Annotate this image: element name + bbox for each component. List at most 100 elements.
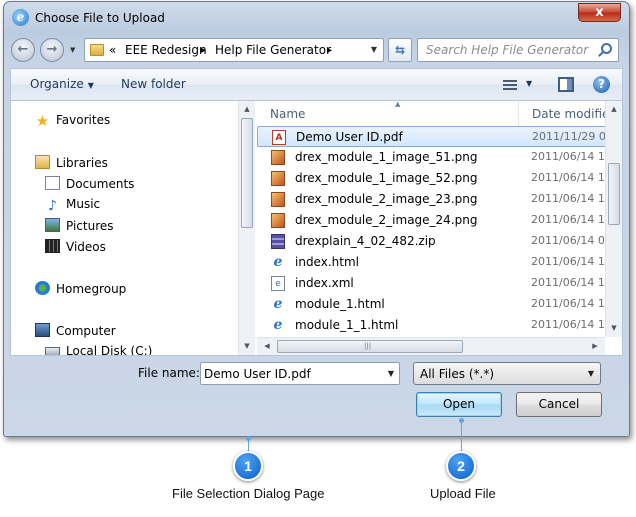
file-row[interactable]: drex_module_1_image_51.png 2011/06/14 10 <box>257 147 605 168</box>
breadcrumb-overflow[interactable]: « <box>109 43 116 57</box>
png-icon <box>271 171 285 186</box>
file-name: drexplain_4_02_482.zip <box>295 234 436 248</box>
file-name: index.html <box>295 255 359 269</box>
scroll-down-icon[interactable]: ▼ <box>239 338 255 354</box>
file-list-scrollbar[interactable]: ▲ ▼ <box>605 101 622 337</box>
callout-label-2: Upload File <box>430 486 496 501</box>
sidebar-item-favorites[interactable]: ★ Favorites <box>35 113 110 133</box>
file-row[interactable]: e index.xml 2011/06/14 10 <box>257 273 605 294</box>
navigation-bar: ← → ▼ « EEE Redesign ▸ Help File Generat… <box>4 34 629 64</box>
chevron-down-icon: ▼ <box>87 81 94 90</box>
search-icon[interactable] <box>601 43 612 54</box>
navigation-pane-scrollbar[interactable]: ▲ ▼ <box>238 101 255 355</box>
scrollbar-thumb[interactable] <box>608 163 620 225</box>
sidebar-item-libraries[interactable]: Libraries <box>35 155 108 175</box>
file-date: 2011/06/14 10 <box>531 150 605 163</box>
file-date: 2011/06/14 10 <box>531 318 605 331</box>
cancel-button[interactable]: Cancel <box>516 392 602 417</box>
dialog-title: Choose File to Upload <box>35 11 165 25</box>
organize-button[interactable]: Organize ▼ <box>30 77 94 91</box>
sidebar-item-music[interactable]: ♪ Music <box>45 197 100 217</box>
file-name: index.xml <box>295 276 354 290</box>
close-button[interactable]: x <box>578 3 621 22</box>
open-button[interactable]: Open <box>416 392 502 417</box>
file-name: drex_module_2_image_23.png <box>295 192 478 206</box>
search-placeholder: Search Help File Generator <box>426 43 589 57</box>
file-type-select[interactable]: All Files (*.*) ▼ <box>413 362 601 385</box>
change-view-icon[interactable] <box>503 80 517 90</box>
breadcrumb-separator-icon[interactable]: ▸ <box>201 45 206 56</box>
scroll-down-icon[interactable]: ▼ <box>606 320 622 336</box>
breadcrumb-separator-icon[interactable]: ▸ <box>327 45 332 56</box>
sidebar-item-label: Homegroup <box>56 282 127 296</box>
forward-button[interactable]: → <box>40 38 64 62</box>
sidebar-item-label: Pictures <box>66 219 114 233</box>
disk-icon <box>45 347 60 355</box>
file-date: 2011/06/14 10 <box>531 276 605 289</box>
organize-label: Organize <box>30 77 84 91</box>
file-row[interactable]: drex_module_1_image_52.png 2011/06/14 10 <box>257 168 605 189</box>
back-button[interactable]: ← <box>11 38 35 62</box>
sidebar-item-label: Videos <box>66 240 106 254</box>
callout-label-1: File Selection Dialog Page <box>172 486 325 501</box>
scrollbar-thumb[interactable]: ||| <box>277 340 463 353</box>
file-date: 2011/06/14 10 <box>531 297 605 310</box>
sidebar-item-label: Documents <box>66 177 135 191</box>
recent-pages-dropdown[interactable]: ▼ <box>70 46 75 54</box>
file-name-input[interactable]: Demo User ID.pdf ▼ <box>200 362 400 385</box>
preview-pane-icon[interactable] <box>558 77 574 92</box>
scrollbar-thumb[interactable] <box>241 118 253 228</box>
chevron-down-icon[interactable]: ▼ <box>388 369 394 378</box>
address-bar[interactable]: « EEE Redesign ▸ Help File Generator ▸ ▼ <box>84 38 384 62</box>
column-header-name[interactable]: ▲ Name <box>257 101 519 126</box>
music-icon: ♪ <box>48 198 57 214</box>
sidebar-item-documents[interactable]: Documents <box>45 176 134 196</box>
file-row[interactable]: e module_1.html 2011/06/14 10 <box>257 294 605 315</box>
file-row[interactable]: e module_1_1.html 2011/06/14 10 <box>257 315 605 336</box>
file-row[interactable]: drex_module_2_image_23.png 2011/06/14 10 <box>257 189 605 210</box>
sidebar-item-label: Favorites <box>56 113 111 127</box>
file-name: module_1_1.html <box>295 318 399 332</box>
file-row[interactable]: A Demo User ID.pdf 2011/11/29 01 <box>257 126 605 147</box>
new-folder-button[interactable]: New folder <box>121 77 186 91</box>
sidebar-item-pictures[interactable]: Pictures <box>45 218 114 238</box>
homegroup-icon <box>35 281 50 295</box>
star-icon: ★ <box>35 112 50 130</box>
file-name: Demo User ID.pdf <box>296 130 403 144</box>
computer-icon <box>35 323 50 337</box>
column-header-date-modified[interactable]: Date modified <box>519 101 605 126</box>
scrollbar-grip-icon: ||| <box>364 342 372 350</box>
file-row[interactable]: drexplain_4_02_482.zip 2011/06/14 08 <box>257 231 605 252</box>
sidebar-item-local-disk[interactable]: Local Disk (C:) <box>45 344 152 355</box>
sidebar-item-homegroup[interactable]: Homegroup <box>35 281 126 301</box>
address-dropdown-icon[interactable]: ▼ <box>371 45 377 54</box>
sidebar-item-computer[interactable]: Computer <box>35 323 116 343</box>
help-icon[interactable]: ? <box>593 76 610 93</box>
file-row[interactable]: drex_module_2_image_24.png 2011/06/14 10 <box>257 210 605 231</box>
scroll-right-icon[interactable]: ▶ <box>587 338 603 354</box>
file-row[interactable]: e index.html 2011/06/14 10 <box>257 252 605 273</box>
png-icon <box>271 150 285 165</box>
file-name-label: File name: <box>138 366 200 380</box>
internet-explorer-icon: e <box>12 9 29 26</box>
breadcrumb-eee-redesign[interactable]: EEE Redesign <box>125 43 207 57</box>
view-options-dropdown[interactable]: ▼ <box>526 79 532 88</box>
scroll-left-icon[interactable]: ◀ <box>259 338 275 354</box>
sidebar-item-videos[interactable]: Videos <box>45 239 106 259</box>
sort-ascending-icon: ▲ <box>395 101 401 108</box>
folder-icon <box>90 44 104 56</box>
sidebar-item-label: Local Disk (C:) <box>66 344 153 355</box>
file-date: 2011/06/14 08 <box>531 234 605 247</box>
file-list-horizontal-scrollbar[interactable]: ◀ ||| ▶ <box>257 337 605 355</box>
search-input[interactable]: Search Help File Generator <box>417 38 619 62</box>
file-date: 2011/06/14 10 <box>531 255 605 268</box>
refresh-button[interactable]: ⇆ <box>388 38 412 62</box>
content-area: ★ Favorites Libraries Documents ♪ Music Pi… <box>10 100 623 356</box>
pdf-icon: A <box>272 130 286 145</box>
file-date: 2011/11/29 01 <box>532 130 605 143</box>
file-date: 2011/06/14 10 <box>531 171 605 184</box>
sidebar-item-label: Libraries <box>56 156 108 170</box>
breadcrumb-help-file-generator[interactable]: Help File Generator <box>215 43 331 57</box>
scroll-up-icon[interactable]: ▲ <box>239 101 255 117</box>
scroll-up-icon[interactable]: ▲ <box>606 101 622 117</box>
